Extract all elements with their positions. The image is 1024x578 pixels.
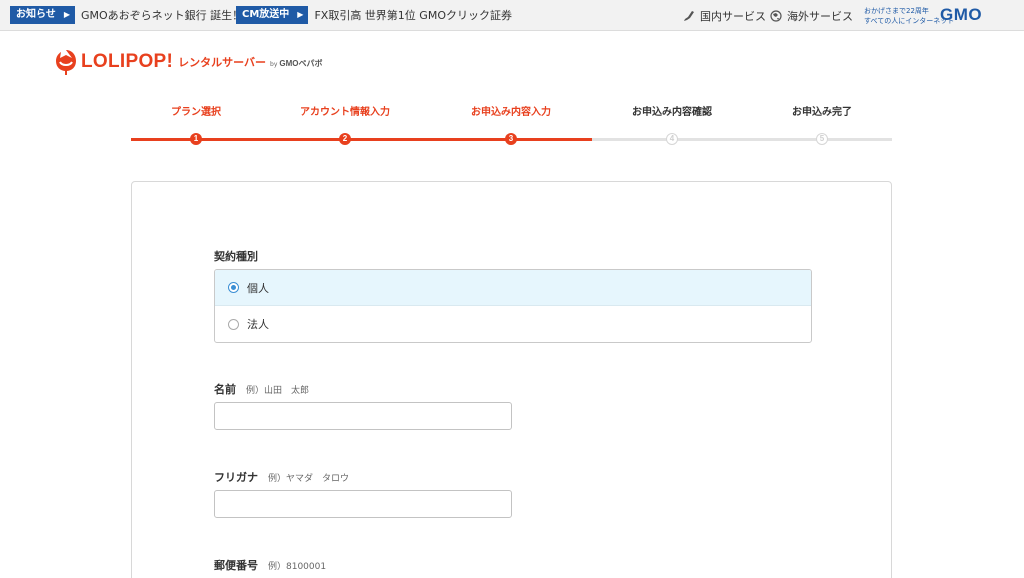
contract-type-label-text: 契約種別 [214,250,258,263]
postal-code-example: 例）8100001 [268,562,327,572]
furigana-label: フリガナ 例）ヤマダ タロウ [214,469,349,485]
step-number: 2 [339,133,351,145]
overseas-services-link[interactable]: 海外サービス [770,8,853,24]
gmo-top-bar: お知らせ ▶ GMOあおぞらネット銀行 誕生！ CM放送中 ▶ FX取引高 世界第1… [0,0,1024,31]
radio-option-label: 法人 [247,318,269,331]
chevron-right-icon: ▶ [63,10,70,19]
news-text[interactable]: FX取引高 世界第1位 GMOクリック証券 [314,7,512,23]
contract-type-option-corporation[interactable]: 法人 [215,306,811,342]
step-plan-selection: プラン選択 1 [116,106,276,145]
step-label: お申込み内容確認 [632,107,712,118]
name-input[interactable] [214,402,512,430]
step-number: 3 [505,133,517,145]
lolipop-logo[interactable]: LOLIPOP! レンタルサーバー by GMOペパボ [55,48,322,76]
lolipop-mark-icon [56,50,76,75]
application-form-card: 契約種別 個人 法人 名前 例）山田 太郎 フリガナ 例）ヤマダ タロウ 郵便番… [131,181,892,578]
step-number: 5 [816,133,828,145]
step-application-confirm: お申込み内容確認 4 [592,106,752,145]
furigana-input[interactable] [214,490,512,518]
news-badge: CM放送中 ▶ [236,6,309,24]
logo-wordmark: LOLIPOP! [81,51,174,72]
name-label: 名前 例）山田 太郎 [214,381,309,397]
logo-subtitle: レンタルサーバー [178,56,267,69]
radio-checked-icon[interactable] [228,282,239,293]
contract-type-label: 契約種別 [214,248,258,264]
progress-stepper: プラン選択 1 アカウント情報入力 2 お申込み内容入力 3 お申込み内容確認 … [131,106,892,146]
name-label-text: 名前 [214,383,236,396]
step-label: アカウント情報入力 [300,107,390,118]
chevron-right-icon: ▶ [297,10,304,19]
postal-code-label-text: 郵便番号 [214,559,258,572]
step-label: お申込み完了 [792,107,852,118]
domestic-services-link[interactable]: 国内サービス [683,8,766,24]
gmo-logo[interactable]: GMO [940,5,982,25]
japan-map-icon [684,11,694,21]
step-label: お申込み内容入力 [471,107,551,118]
globe-icon [770,10,782,22]
step-label: プラン選択 [171,107,221,118]
contract-type-option-individual[interactable]: 個人 [215,270,811,306]
furigana-example: 例）ヤマダ タロウ [268,474,350,484]
postal-code-label: 郵便番号 例）8100001 [214,557,326,573]
radio-unchecked-icon[interactable] [228,318,239,330]
contract-type-radio-group: 個人 法人 [214,269,812,343]
news-item-1[interactable]: お知らせ ▶ GMOあおぞらネット銀行 誕生！ [10,6,243,24]
furigana-label-text: フリガナ [214,471,258,484]
domestic-services-label: 国内サービス [700,10,766,23]
overseas-services-label: 海外サービス [787,10,853,23]
logo-by: by [270,60,278,68]
step-application-complete: お申込み完了 5 [742,106,902,145]
news-item-2[interactable]: CM放送中 ▶ FX取引高 世界第1位 GMOクリック証券 [236,6,512,24]
name-example: 例）山田 太郎 [246,386,310,396]
step-number: 1 [190,133,202,145]
step-application-input: お申込み内容入力 3 [431,106,591,145]
step-number: 4 [666,133,678,145]
news-text[interactable]: GMOあおぞらネット銀行 誕生！ [81,7,243,23]
news-badge: お知らせ ▶ [10,6,75,24]
logo-gmo-pepabo: GMOペパボ [279,59,323,68]
step-account-info: アカウント情報入力 2 [265,106,425,145]
radio-option-label: 個人 [247,281,269,295]
